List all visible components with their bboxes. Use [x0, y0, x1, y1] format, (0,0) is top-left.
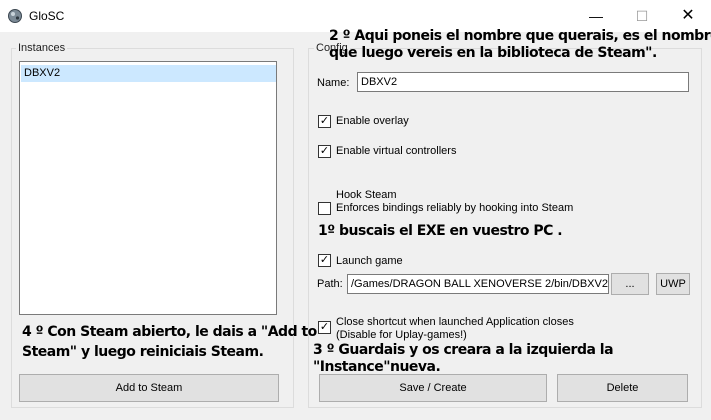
add-to-steam-button[interactable]: Add to Steam [19, 374, 279, 402]
annotation-step3-line1: 3 º Guardais y os creara a la izquierda … [313, 342, 614, 358]
annotation-step4-line1: 4 º Con Steam abierto, le dais a "Add to [22, 324, 317, 340]
launch-game-label: Launch game [336, 255, 403, 267]
instances-list[interactable]: DBXV2 [19, 61, 277, 315]
name-label: Name: [317, 77, 350, 89]
save-create-button[interactable]: Save / Create [319, 374, 547, 402]
uwp-button[interactable]: UWP [656, 273, 690, 295]
launch-game-checkbox[interactable]: ✓ [318, 254, 331, 267]
list-item[interactable]: DBXV2 [21, 65, 276, 82]
enable-virtual-controllers-checkbox[interactable]: ✓ [318, 145, 331, 158]
minimize-icon: — [589, 8, 603, 24]
enable-virtual-controllers-label: Enable virtual controllers [336, 145, 457, 157]
name-field[interactable]: DBXV2 [357, 72, 689, 92]
close-icon: ✕ [681, 7, 695, 24]
annotation-step2-line2: que luego vereis en la biblioteca de Ste… [329, 45, 657, 61]
close-shortcut-checkbox[interactable]: ✓ [318, 321, 331, 334]
delete-button[interactable]: Delete [557, 374, 688, 402]
app-icon [8, 9, 22, 23]
instances-group-label: Instances [16, 42, 68, 54]
hook-steam-checkbox[interactable] [318, 202, 331, 215]
enable-overlay-label: Enable overlay [336, 115, 409, 127]
path-label: Path: [317, 278, 343, 290]
hook-steam-label: Enforces bindings reliably by hooking in… [336, 202, 574, 214]
path-field[interactable]: /Games/DRAGON BALL XENOVERSE 2/bin/DBXV2… [347, 274, 609, 294]
annotation-step1: 1º buscais el EXE en vuestro PC . [318, 223, 563, 239]
close-shortcut-sublabel: (Disable for Uplay-games!) [336, 329, 467, 341]
annotation-step2-line1: 2 º Aqui poneis el nombre que querais, e… [329, 28, 711, 44]
browse-button[interactable]: ... [611, 273, 649, 295]
enable-overlay-checkbox[interactable]: ✓ [318, 115, 331, 128]
maximize-icon: ☐ [635, 8, 649, 24]
annotation-step3-line2: "Instance"nueva. [313, 359, 441, 375]
annotation-step4-line2: Steam" y luego reiniciais Steam. [22, 344, 264, 360]
hook-steam-title: Hook Steam [336, 189, 397, 201]
close-shortcut-label: Close shortcut when launched Application… [336, 316, 574, 328]
window-title: GloSC [29, 9, 65, 23]
